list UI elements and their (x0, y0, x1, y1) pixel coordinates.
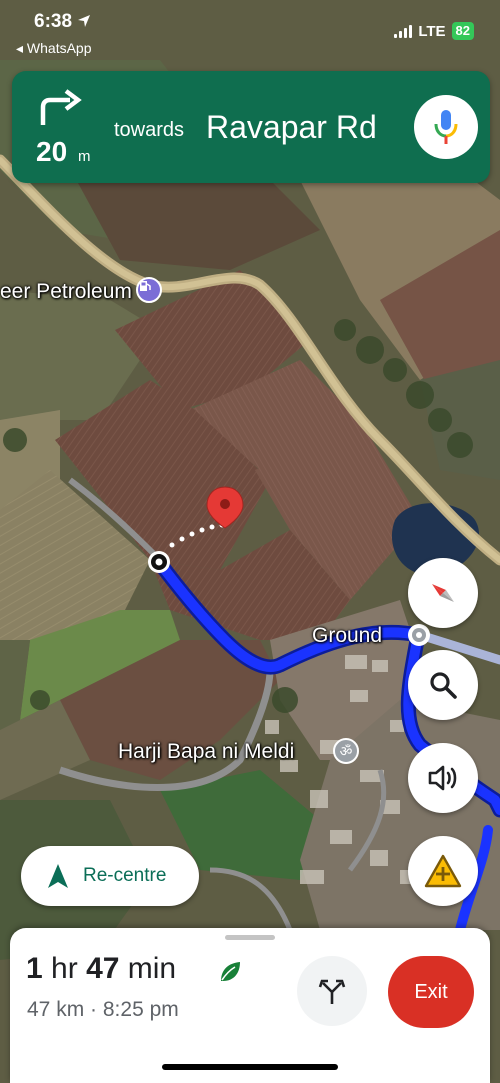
alternate-routes-button[interactable] (297, 956, 367, 1026)
navigation-banner[interactable]: 20 m towards Ravapar Rd (12, 71, 490, 183)
navigation-arrow-icon (48, 864, 68, 888)
back-to-whatsapp-link[interactable]: ◂ WhatsApp (16, 40, 92, 57)
cellular-signal-icon (394, 24, 413, 38)
report-incident-button[interactable] (408, 836, 478, 906)
search-along-route-button[interactable] (408, 650, 478, 720)
poi-label-petroleum[interactable]: eer Petroleum (0, 280, 132, 304)
poi-label-temple[interactable]: Harji Bapa ni Meldi (118, 740, 294, 764)
poi-label-ground[interactable]: Ground (312, 624, 382, 648)
volume-icon (428, 765, 457, 791)
maneuver-distance-unit: m (78, 148, 91, 165)
trip-details: 47 km · 8:25 pm (27, 998, 179, 1021)
eco-leaf-icon (221, 962, 240, 981)
voice-search-button[interactable] (414, 95, 478, 159)
battery-indicator: 82 (451, 22, 474, 40)
recentre-button[interactable]: Re-centre (21, 846, 199, 906)
sound-toggle-button[interactable] (408, 743, 478, 813)
home-indicator[interactable] (162, 1064, 338, 1070)
trip-duration: 1 hr 47 min (26, 952, 177, 985)
status-time: 6:38 (34, 11, 91, 33)
om-icon[interactable]: ॐ (333, 738, 359, 764)
compass-icon (432, 584, 454, 602)
maneuver-distance-value: 20 (36, 136, 68, 167)
turn-right-arrow-icon (40, 89, 82, 125)
network-type: LTE (418, 22, 446, 40)
report-incident-icon (424, 854, 462, 888)
recentre-label: Re-centre (83, 865, 167, 886)
search-icon (430, 672, 457, 699)
trip-summary-sheet[interactable]: 1 hr 47 min 47 km · 8:25 pm Exit (10, 928, 490, 1083)
location-arrow-icon (78, 15, 91, 27)
gas-station-icon[interactable] (136, 277, 162, 303)
route-fork-icon (318, 979, 346, 1004)
street-name: Ravapar Rd (206, 109, 377, 145)
towards-label: towards (114, 119, 185, 141)
microphone-icon (434, 110, 458, 144)
sheet-drag-handle[interactable] (225, 935, 275, 940)
exit-navigation-button[interactable]: Exit (388, 956, 474, 1028)
status-indicators: LTE 82 (394, 22, 474, 40)
status-bar: 6:38 ◂ WhatsApp LTE 82 (0, 0, 500, 62)
compass-button[interactable] (408, 558, 478, 628)
